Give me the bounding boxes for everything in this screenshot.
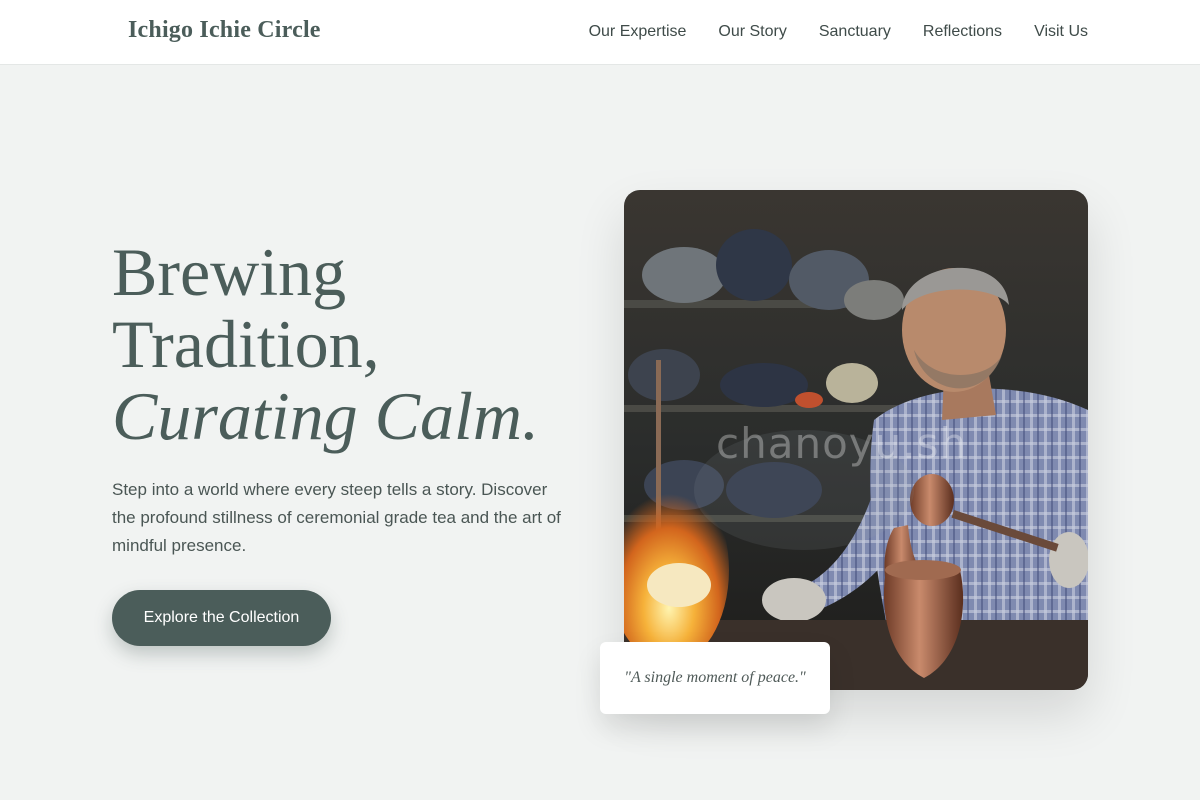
nav-link-our-expertise[interactable]: Our Expertise [589, 22, 687, 42]
nav-link-visit-us[interactable]: Visit Us [1034, 22, 1088, 42]
photo-watermark: chanoyu.sh [716, 419, 967, 468]
tea-artisan-photo: chanoyu.sh [624, 190, 1088, 690]
headline-line-3: Curating Calm. [112, 378, 539, 454]
quote-card: "A single moment of peace." [600, 642, 830, 714]
hero-headline: Brewing Tradition, Curating Calm. [112, 236, 539, 452]
hero-lede: Step into a world where every steep tell… [112, 480, 561, 555]
headline-line-1: Brewing [112, 234, 347, 310]
nav-link-sanctuary[interactable]: Sanctuary [819, 22, 891, 42]
headline-line-2: Tradition, [112, 306, 380, 382]
nav-link-our-story[interactable]: Our Story [718, 22, 786, 42]
quote-text: "A single moment of peace." [624, 669, 806, 686]
brand-logo-text[interactable]: Ichigo Ichie Circle [128, 17, 321, 44]
site-header: Ichigo Ichie Circle Our Expertise Our St… [0, 0, 1200, 65]
nav-link-reflections[interactable]: Reflections [923, 22, 1002, 42]
explore-collection-button[interactable]: Explore the Collection [112, 590, 331, 646]
hero-photo: chanoyu.sh [624, 190, 1088, 690]
main-nav: Our Expertise Our Story Sanctuary Reflec… [589, 22, 1088, 42]
